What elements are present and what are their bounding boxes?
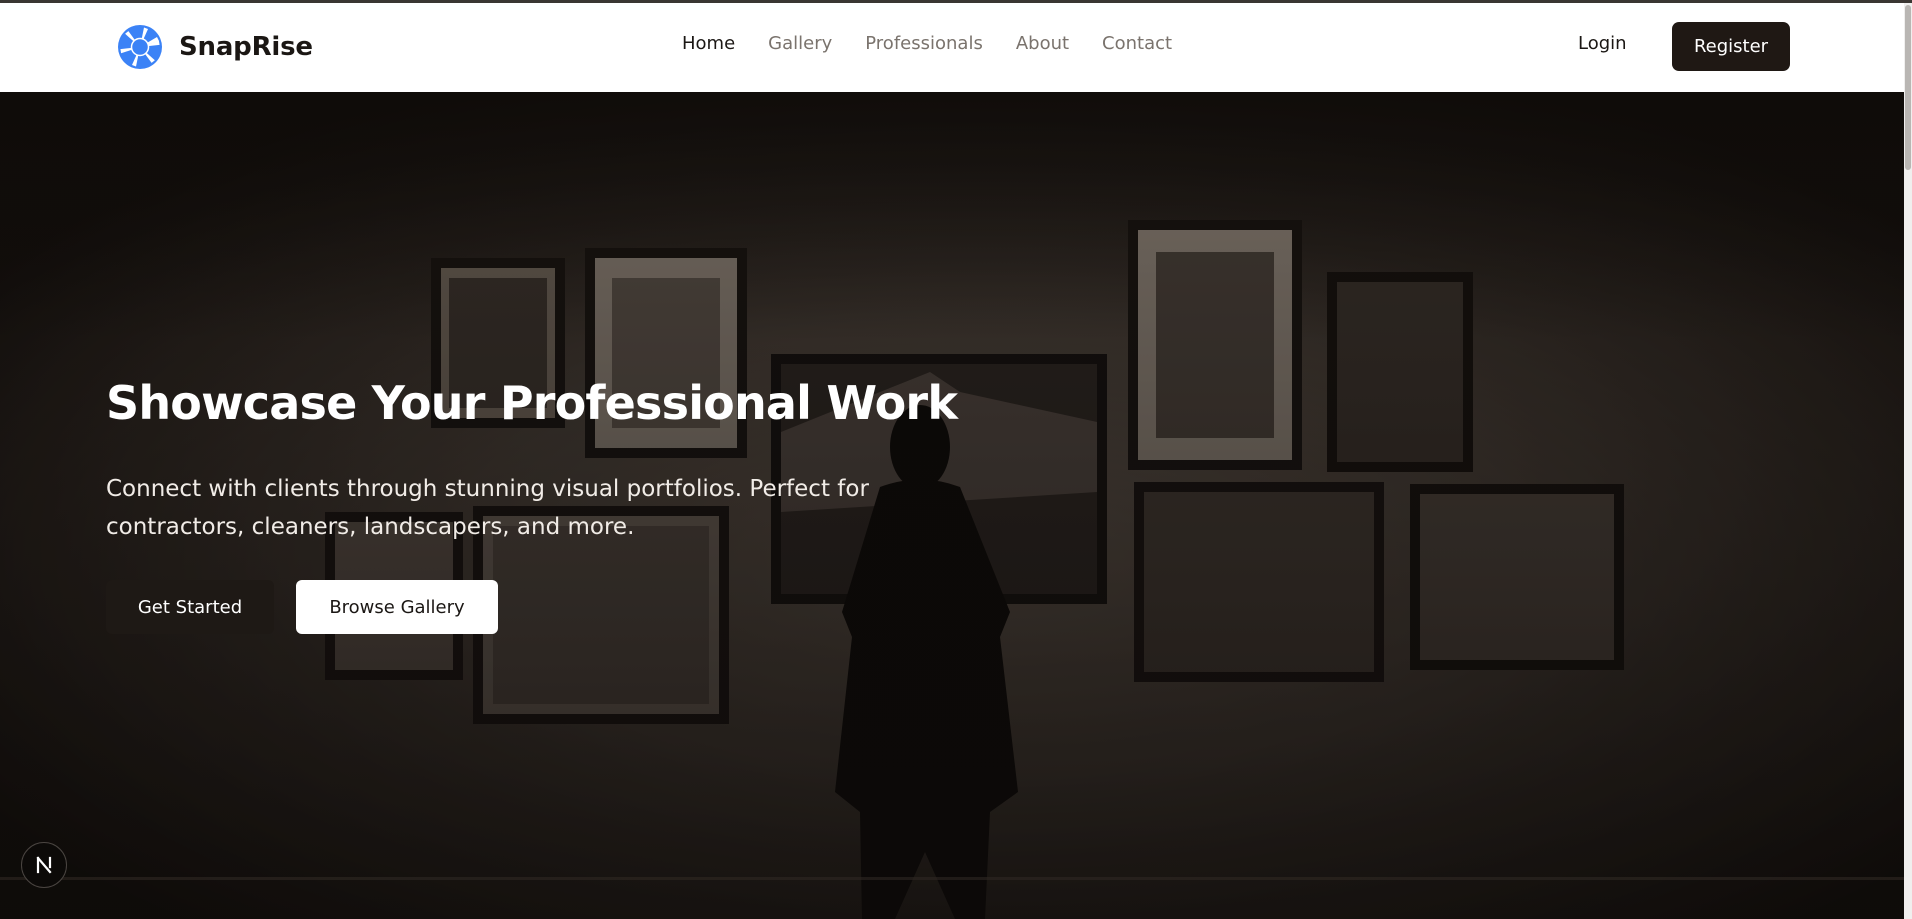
nextjs-n-icon	[34, 855, 54, 875]
hero-section: Showcase Your Professional Work Connect …	[0, 92, 1904, 919]
vertical-scrollbar[interactable]	[1904, 3, 1912, 919]
navbar: SnapRise Home Gallery Professionals Abou…	[0, 3, 1904, 92]
hero-title: Showcase Your Professional Work	[106, 376, 958, 430]
window-top-border	[0, 0, 1912, 3]
brand-name: SnapRise	[179, 32, 313, 62]
nav-link-about[interactable]: About	[1016, 33, 1069, 54]
page: SnapRise Home Gallery Professionals Abou…	[0, 0, 1912, 919]
nav-link-contact[interactable]: Contact	[1102, 33, 1172, 54]
register-button[interactable]: Register	[1672, 22, 1790, 71]
main-nav: Home Gallery Professionals About Contact	[682, 33, 1205, 54]
nav-link-gallery[interactable]: Gallery	[768, 33, 832, 54]
login-button[interactable]: Login	[1578, 33, 1627, 54]
get-started-button[interactable]: Get Started	[106, 580, 274, 634]
hero-subtitle: Connect with clients through stunning vi…	[106, 476, 869, 540]
nextjs-dev-badge[interactable]	[21, 842, 67, 888]
nav-link-professionals[interactable]: Professionals	[865, 33, 983, 54]
browse-gallery-button[interactable]: Browse Gallery	[296, 580, 498, 634]
nav-link-home[interactable]: Home	[682, 33, 735, 54]
brand[interactable]: SnapRise	[117, 23, 313, 71]
camera-aperture-icon	[117, 24, 163, 70]
scrollbar-thumb[interactable]	[1905, 5, 1911, 170]
